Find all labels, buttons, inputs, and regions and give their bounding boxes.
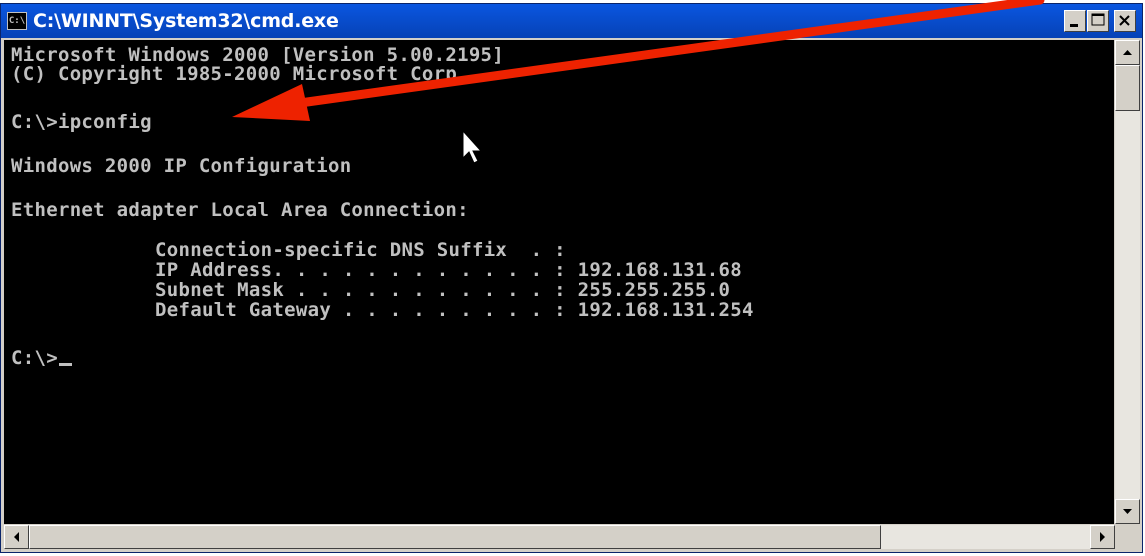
scroll-up-button[interactable]	[1115, 40, 1140, 65]
scroll-left-button[interactable]	[4, 525, 29, 549]
text-cursor	[58, 363, 72, 366]
console-line: Windows 2000 IP Configuration	[11, 155, 352, 177]
console-line: Ethernet adapter Local Area Connection:	[11, 199, 469, 221]
maximize-icon	[1091, 13, 1105, 26]
vertical-scroll-thumb[interactable]	[1115, 65, 1140, 111]
close-icon	[1119, 15, 1130, 26]
scrollbar-corner	[1115, 525, 1140, 549]
cmd-window: C:\ C:\WINNT\System32\cmd.exe Microsoft …	[0, 3, 1143, 553]
maximize-button[interactable]	[1087, 10, 1109, 32]
scroll-down-arrow-icon	[1123, 509, 1132, 514]
vertical-scrollbar[interactable]	[1115, 40, 1140, 524]
horizontal-scroll-thumb[interactable]	[29, 525, 881, 549]
screen: C:\ C:\WINNT\System32\cmd.exe Microsoft …	[0, 0, 1145, 556]
prompt-text: C:\>	[11, 347, 58, 369]
console-line: Default Gateway . . . . . . . . . : 192.…	[155, 299, 754, 321]
console-line: (C) Copyright 1985-2000 Microsoft Corp.	[11, 63, 469, 85]
title-bar[interactable]: C:\ C:\WINNT\System32\cmd.exe	[1, 4, 1142, 38]
console-icon: C:\	[7, 12, 27, 30]
command-prompt[interactable]: C:\>	[11, 346, 72, 370]
horizontal-scrollbar[interactable]	[4, 525, 1115, 549]
close-button[interactable]	[1114, 10, 1136, 32]
window-title: C:\WINNT\System32\cmd.exe	[33, 10, 339, 32]
scroll-up-arrow-icon	[1123, 50, 1132, 55]
scroll-right-arrow-icon	[1100, 532, 1105, 542]
scroll-down-button[interactable]	[1115, 499, 1140, 524]
scroll-right-button[interactable]	[1090, 525, 1115, 549]
console-output[interactable]: Microsoft Windows 2000 [Version 5.00.219…	[4, 40, 1114, 524]
console-icon-text: C:\	[8, 15, 26, 26]
console-line: C:\>ipconfig	[11, 111, 152, 133]
minimize-icon	[1070, 24, 1078, 27]
minimize-button[interactable]	[1064, 10, 1086, 32]
scroll-left-arrow-icon	[14, 532, 19, 542]
